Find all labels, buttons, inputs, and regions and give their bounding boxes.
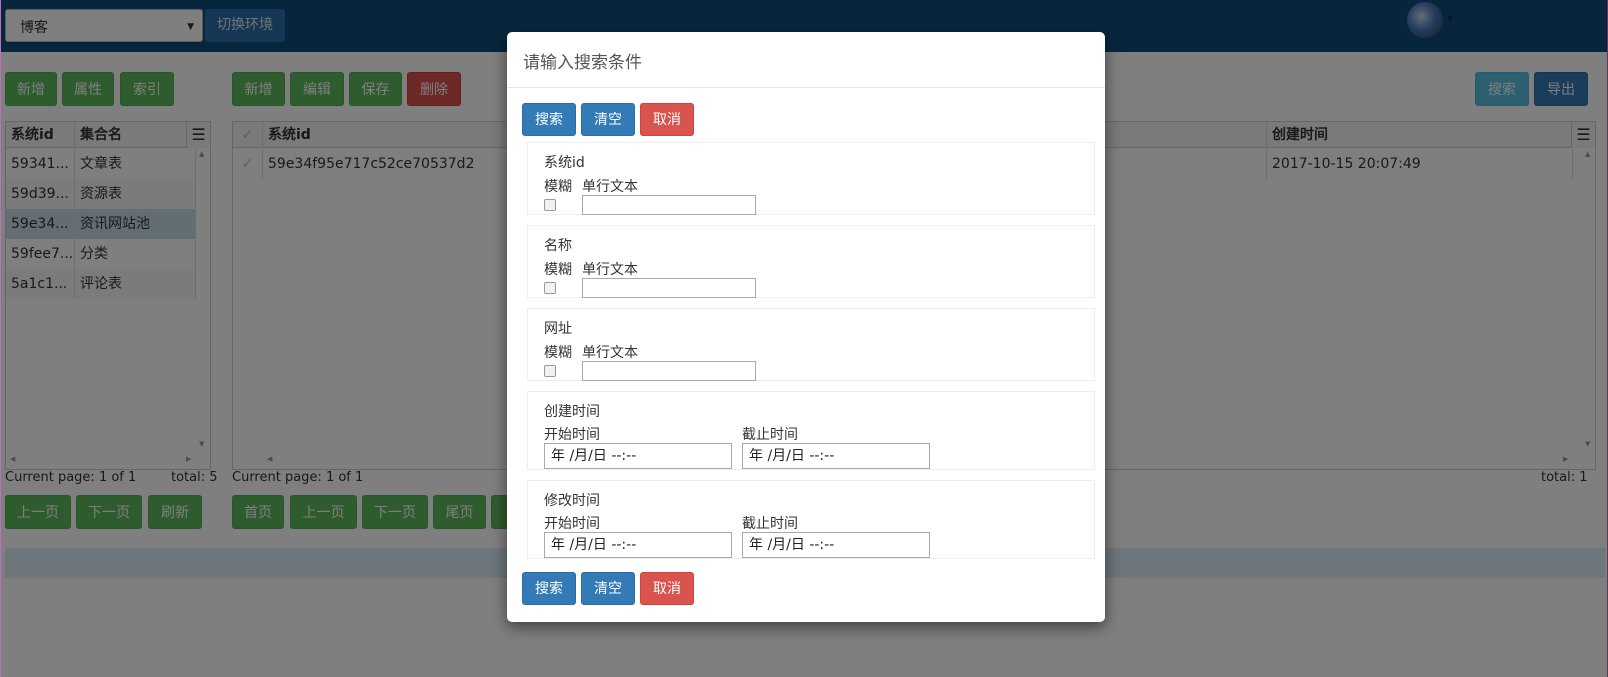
created-end-date-input[interactable]: 年 /月/日 --:-- xyxy=(742,443,930,469)
type-label: 单行文本 xyxy=(582,345,638,361)
fuzzy-label: 模糊 xyxy=(544,345,572,361)
fuzzy-checkbox[interactable] xyxy=(544,365,556,377)
field-label: 系统id xyxy=(544,155,585,171)
system-id-input[interactable] xyxy=(582,195,756,215)
created-start-date-input[interactable]: 年 /月/日 --:-- xyxy=(544,443,732,469)
field-panel-modified-time: 修改时间 开始时间 截止时间 年 /月/日 --:-- 年 /月/日 --:-- xyxy=(527,480,1095,559)
type-label: 单行文本 xyxy=(582,262,638,278)
field-panel-created-time: 创建时间 开始时间 截止时间 年 /月/日 --:-- 年 /月/日 --:-- xyxy=(527,391,1095,470)
fuzzy-label: 模糊 xyxy=(544,179,572,195)
field-panel-system-id: 系统id 模糊 单行文本 xyxy=(527,142,1095,215)
dialog-cancel-button[interactable]: 取消 xyxy=(640,103,694,136)
dialog-footer-clear-button[interactable]: 清空 xyxy=(581,572,635,605)
fuzzy-checkbox[interactable] xyxy=(544,199,556,211)
url-input[interactable] xyxy=(582,361,756,381)
dialog-clear-button[interactable]: 清空 xyxy=(581,103,635,136)
dialog-footer-cancel-button[interactable]: 取消 xyxy=(640,572,694,605)
modified-start-date-input[interactable]: 年 /月/日 --:-- xyxy=(544,532,732,558)
field-label: 修改时间 xyxy=(544,493,600,509)
dialog-divider xyxy=(507,87,1105,88)
start-label: 开始时间 xyxy=(544,427,600,443)
dialog-search-button[interactable]: 搜索 xyxy=(522,103,576,136)
field-label: 名称 xyxy=(544,238,572,254)
fuzzy-label: 模糊 xyxy=(544,262,572,278)
type-label: 单行文本 xyxy=(582,179,638,195)
search-dialog: 请输入搜索条件 搜索 清空 取消 系统id 模糊 单行文本 名称 模糊 单行文本… xyxy=(507,32,1105,622)
end-label: 截止时间 xyxy=(742,516,798,532)
start-label: 开始时间 xyxy=(544,516,600,532)
fuzzy-checkbox[interactable] xyxy=(544,282,556,294)
dialog-title: 请输入搜索条件 xyxy=(523,53,642,73)
field-label: 网址 xyxy=(544,321,572,337)
field-panel-url: 网址 模糊 单行文本 xyxy=(527,308,1095,381)
field-label: 创建时间 xyxy=(544,404,600,420)
dialog-footer-search-button[interactable]: 搜索 xyxy=(522,572,576,605)
modified-end-date-input[interactable]: 年 /月/日 --:-- xyxy=(742,532,930,558)
end-label: 截止时间 xyxy=(742,427,798,443)
field-panel-name: 名称 模糊 单行文本 xyxy=(527,225,1095,298)
name-input[interactable] xyxy=(582,278,756,298)
